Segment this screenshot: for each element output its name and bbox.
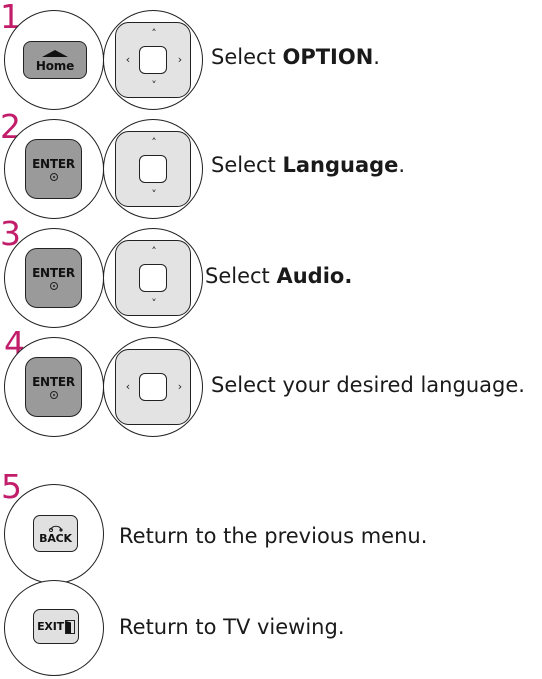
dpad-ok[interactable] <box>139 264 167 292</box>
dpad-ok[interactable] <box>139 155 167 183</box>
chevron-left-icon[interactable]: ‹ <box>121 380 135 394</box>
instruction-emphasis: Audio. <box>276 264 353 288</box>
enter-button[interactable]: ENTER <box>25 248 82 308</box>
chevron-down-icon[interactable]: ˅ <box>147 79 161 93</box>
instruction-suffix: . <box>373 45 380 69</box>
instruction-emphasis: OPTION <box>282 45 374 69</box>
back-arrow-icon <box>47 524 65 532</box>
dpad-leftright[interactable]: ‹ › <box>115 349 191 425</box>
step-instruction: Select OPTION. <box>211 45 380 69</box>
instruction-emphasis: Language <box>282 153 399 177</box>
chevron-up-icon[interactable]: ˄ <box>147 136 161 150</box>
exit-label: EXIT <box>37 620 64 633</box>
home-button[interactable]: Home <box>23 41 87 79</box>
dpad-ok[interactable] <box>139 373 167 401</box>
chevron-right-icon[interactable]: › <box>173 380 187 394</box>
instruction-text: Return to TV viewing. <box>119 615 345 639</box>
step-instruction: Select your desired language. <box>211 373 525 397</box>
enter-label: ENTER <box>32 156 75 171</box>
instruction-text: Select <box>211 153 283 177</box>
back-label: BACK <box>39 531 72 545</box>
enter-label: ENTER <box>32 265 75 280</box>
exit-button[interactable]: EXIT <box>33 609 79 644</box>
enter-button[interactable]: ENTER <box>25 357 82 417</box>
chevron-up-icon[interactable]: ˄ <box>147 245 161 259</box>
step-instruction: Return to TV viewing. <box>119 615 345 639</box>
back-button[interactable]: BACK <box>33 515 78 552</box>
chevron-left-icon[interactable]: ‹ <box>121 53 135 67</box>
instruction-text: Select <box>205 264 277 288</box>
chevron-right-icon[interactable]: › <box>173 53 187 67</box>
enter-dot-icon <box>49 281 58 290</box>
dpad-ok[interactable] <box>139 46 167 74</box>
dpad-4way[interactable]: ˄ ˅ ‹ › <box>115 22 191 98</box>
home-label: Home <box>35 58 75 73</box>
instruction-suffix: . <box>398 153 406 177</box>
instruction-text: Select your desired language. <box>211 373 525 397</box>
dpad-updown[interactable]: ˄ ˅ <box>115 240 191 316</box>
instruction-text: Select <box>211 45 283 69</box>
step-instruction: Select Language. <box>211 153 405 177</box>
step-instruction: Select Audio. <box>205 264 352 288</box>
home-roof-icon <box>40 49 70 58</box>
step-instruction: Return to the previous menu. <box>119 524 427 548</box>
enter-dot-icon <box>49 390 58 399</box>
chevron-down-icon[interactable]: ˅ <box>147 297 161 311</box>
enter-dot-icon <box>49 172 58 181</box>
instruction-text: Return to the previous menu. <box>119 524 428 548</box>
exit-door-icon <box>64 619 75 634</box>
enter-label: ENTER <box>32 374 75 389</box>
enter-button[interactable]: ENTER <box>25 139 82 199</box>
chevron-down-icon[interactable]: ˅ <box>147 188 161 202</box>
chevron-up-icon[interactable]: ˄ <box>147 27 161 41</box>
dpad-updown[interactable]: ˄ ˅ <box>115 131 191 207</box>
